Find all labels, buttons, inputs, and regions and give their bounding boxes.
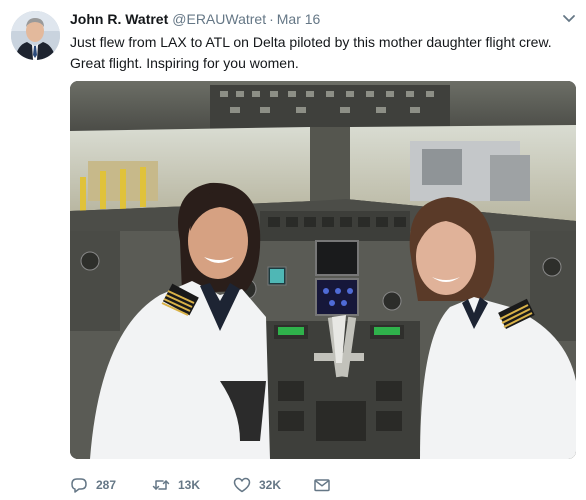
tweet-card: John R. Watret @ERAUWatret · Mar 16 Just fl… <box>0 0 586 500</box>
tweet-header: John R. Watret @ERAUWatret · Mar 16 <box>70 11 320 28</box>
reply-icon <box>71 478 87 493</box>
tweet-text: Just flew from LAX to ATL on Delta pilot… <box>70 32 570 74</box>
author-avatar[interactable] <box>11 11 60 60</box>
author-handle[interactable]: @ERAUWatret <box>172 11 266 27</box>
like-button[interactable]: 32K <box>233 474 281 496</box>
heart-icon <box>233 477 251 493</box>
tweet-date[interactable]: Mar 16 <box>277 11 321 27</box>
envelope-icon <box>314 479 330 492</box>
reply-count: 287 <box>96 478 117 492</box>
retweet-count: 13K <box>178 478 201 492</box>
cockpit-photo <box>70 81 576 459</box>
tweet-actions: 287 13K 32K <box>70 474 570 496</box>
header-separator: · <box>269 11 274 27</box>
tweet-text-line: Great flight. Inspiring for you women. <box>70 55 299 71</box>
tweet-photo[interactable] <box>70 81 576 459</box>
like-count: 32K <box>259 478 282 492</box>
retweet-icon <box>152 480 170 490</box>
avatar-photo <box>11 11 60 60</box>
author-name[interactable]: John R. Watret <box>70 11 168 27</box>
reply-button[interactable]: 287 <box>70 474 116 496</box>
retweet-button[interactable]: 13K <box>152 474 200 496</box>
tweet-text-line: Just flew from LAX to ATL on Delta pilot… <box>70 34 552 50</box>
direct-message-button[interactable] <box>313 474 331 496</box>
chevron-down-icon[interactable] <box>562 14 576 24</box>
